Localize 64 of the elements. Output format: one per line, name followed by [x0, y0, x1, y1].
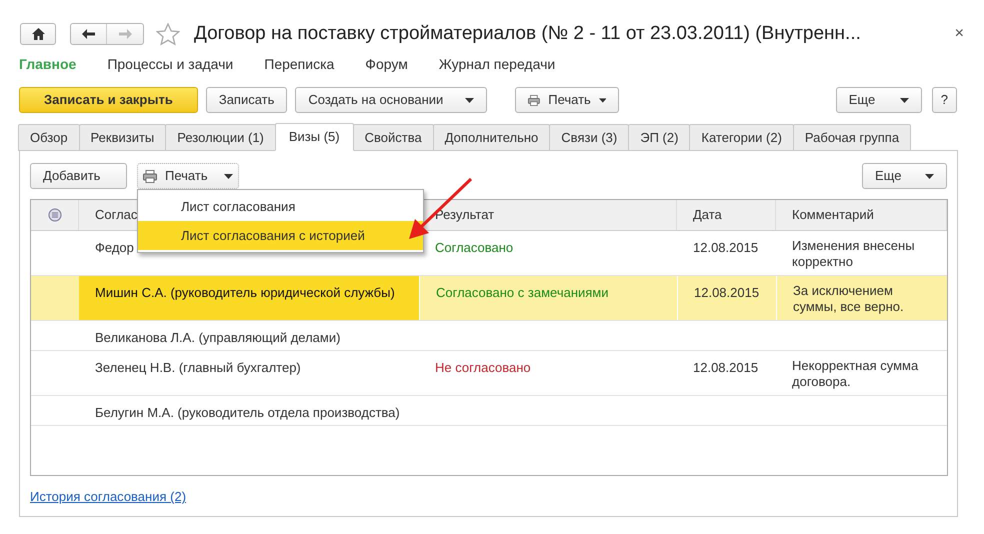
table-cell: Белугин М.А. (руководитель отдела производства) [95, 405, 400, 420]
table-row[interactable]: Белугин М.А. (руководитель отдела производства) [31, 396, 947, 426]
nav-link[interactable]: Процессы и задачи [107, 54, 234, 74]
star-icon[interactable] [156, 22, 180, 46]
tab[interactable]: Связи (3) [549, 124, 630, 151]
caret-icon [465, 98, 474, 102]
toolbar-button[interactable]: Добавить [30, 163, 127, 189]
table-cell: Некорректная сумма договора. [792, 358, 918, 389]
tab[interactable]: Резолюции (1) [165, 124, 276, 151]
table-cell: Федор [95, 240, 134, 255]
list-icon[interactable] [48, 208, 62, 222]
printer-icon [143, 170, 157, 182]
caret-icon [598, 98, 606, 102]
window-title: Договор на поставку стройматериалов (№ 2 - 11 от 23.03.2011) (Внутренн... [194, 22, 861, 44]
tab[interactable]: Категории (2) [689, 124, 794, 151]
caret-icon [224, 174, 233, 178]
toolbar-button[interactable]: Создать на основании [295, 87, 488, 113]
back-arrow-icon [82, 29, 95, 39]
table-row[interactable]: Зеленец Н.В. (главный бухгалтер) Не согласовано 12.08.2015 Некорректная сумма договора. [31, 351, 947, 396]
toolbar-button[interactable]: ? [932, 87, 957, 113]
menu-item[interactable]: Лист согласования с историей [138, 221, 423, 250]
table-row[interactable]: Великанова Л.А. (управляющий делами) [31, 321, 947, 351]
tab[interactable]: Реквизиты [78, 124, 166, 151]
history-link[interactable]: История согласования (2) [30, 489, 186, 504]
toolbar-button[interactable]: Еще [862, 163, 947, 189]
tab[interactable]: Обзор [18, 124, 80, 151]
table-cell: За исключением суммы, все верно. [793, 283, 904, 314]
tab[interactable]: ЭП (2) [628, 124, 690, 151]
nav-link[interactable]: Переписка [264, 54, 334, 74]
toolbar-button[interactable]: Еще [836, 87, 922, 113]
table-cell: Не согласовано [435, 360, 531, 375]
table-cell: Согласовано [435, 240, 514, 255]
history-navigation-buttons[interactable] [70, 23, 144, 45]
caret-icon [900, 98, 909, 102]
tab[interactable]: Дополнительно [432, 124, 550, 151]
table-row[interactable]: Мишин С.А. (руководитель юридической службы) Согласовано с замечаниями 12.08.2015 За исключением суммы, все верно. [31, 276, 947, 321]
toolbar-button[interactable]: Записать [206, 87, 288, 113]
print-button[interactable]: Печать [515, 87, 620, 113]
table-cell: Зеленец Н.В. (главный бухгалтер) [95, 360, 301, 375]
table-cell: 12.08.2015 [694, 285, 760, 300]
nav-link[interactable]: Форум [365, 54, 408, 74]
nav-link[interactable]: Журнал передачи [438, 54, 556, 74]
menu-item[interactable]: Лист согласования [138, 192, 423, 221]
table-cell: Изменения внесены корректно [792, 238, 915, 269]
tab[interactable]: Рабочая группа [792, 124, 912, 151]
column-header[interactable]: Результат [435, 205, 494, 225]
column-header[interactable]: Комментарий [792, 205, 874, 225]
table-cell: Великанова Л.А. (управляющий делами) [95, 330, 340, 345]
column-header[interactable]: Дата [693, 205, 722, 225]
table-cell: Мишин С.А. (руководитель юридической службы) [95, 285, 395, 300]
tab[interactable]: Визы (5) [274, 123, 354, 151]
table-cell: 12.08.2015 [693, 240, 758, 255]
column-header[interactable]: Соглас [95, 205, 138, 225]
printer-icon [528, 94, 540, 106]
table-cell: 12.08.2015 [693, 360, 758, 375]
home-button[interactable] [20, 23, 56, 45]
toolbar-button[interactable]: Записать и закрыть [19, 87, 198, 113]
tab[interactable]: Свойства [352, 124, 434, 151]
home-icon [32, 28, 44, 40]
close-button[interactable]: × [954, 22, 964, 46]
forward-arrow-icon [118, 29, 132, 39]
table-cell: Согласовано с замечаниями [436, 285, 608, 300]
caret-icon [925, 174, 934, 178]
print-button[interactable]: Печать [137, 163, 239, 189]
